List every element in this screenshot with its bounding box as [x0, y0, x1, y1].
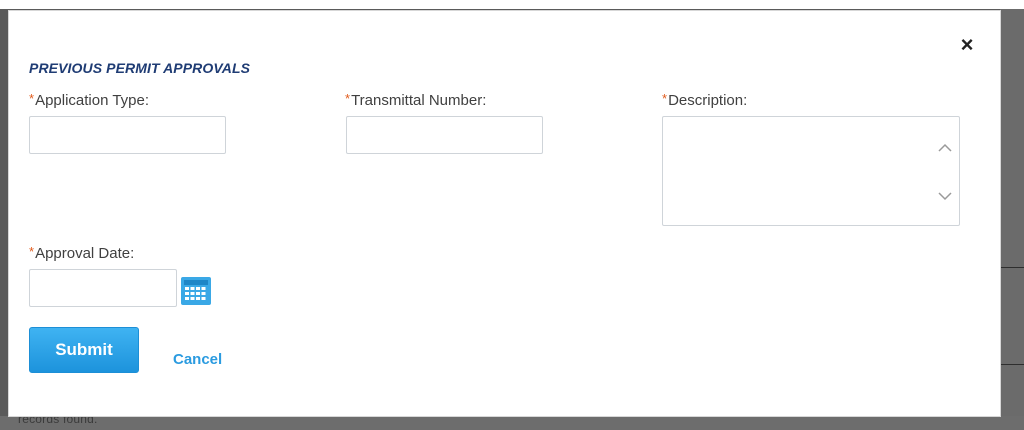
approval-date-label: *Approval Date: — [29, 244, 135, 262]
background-bottom-bar — [0, 416, 1024, 430]
submit-button[interactable]: Submit — [29, 327, 139, 373]
cancel-link[interactable]: Cancel — [173, 351, 222, 368]
background-divider — [1000, 364, 1024, 365]
description-label: *Description: — [662, 91, 748, 109]
required-marker: * — [29, 244, 35, 259]
calendar-icon[interactable] — [179, 275, 213, 307]
description-field — [662, 116, 960, 226]
permit-approval-dialog: × PREVIOUS PERMIT APPROVALS *Application… — [9, 11, 1000, 416]
required-marker: * — [345, 91, 351, 106]
transmittal-number-label: *Transmittal Number: — [345, 91, 487, 109]
application-type-label-text: Application Type: — [35, 92, 150, 109]
section-title: PREVIOUS PERMIT APPROVALS — [29, 60, 251, 76]
background-right-edge — [1000, 9, 1024, 430]
description-label-text: Description: — [668, 92, 748, 109]
application-type-label: *Application Type: — [29, 91, 150, 109]
approval-date-input[interactable] — [29, 269, 177, 307]
close-icon[interactable]: × — [957, 33, 977, 57]
background-top-bar — [0, 0, 1024, 9]
chevron-down-icon[interactable] — [937, 189, 953, 203]
chevron-up-icon[interactable] — [937, 141, 953, 155]
transmittal-number-input[interactable] — [346, 116, 543, 154]
application-type-input[interactable] — [29, 116, 226, 154]
approval-date-label-text: Approval Date: — [35, 245, 135, 262]
required-marker: * — [662, 91, 668, 106]
transmittal-number-label-text: Transmittal Number: — [351, 92, 487, 109]
background-divider — [1000, 267, 1024, 268]
description-textarea[interactable] — [663, 117, 933, 223]
required-marker: * — [29, 91, 35, 106]
